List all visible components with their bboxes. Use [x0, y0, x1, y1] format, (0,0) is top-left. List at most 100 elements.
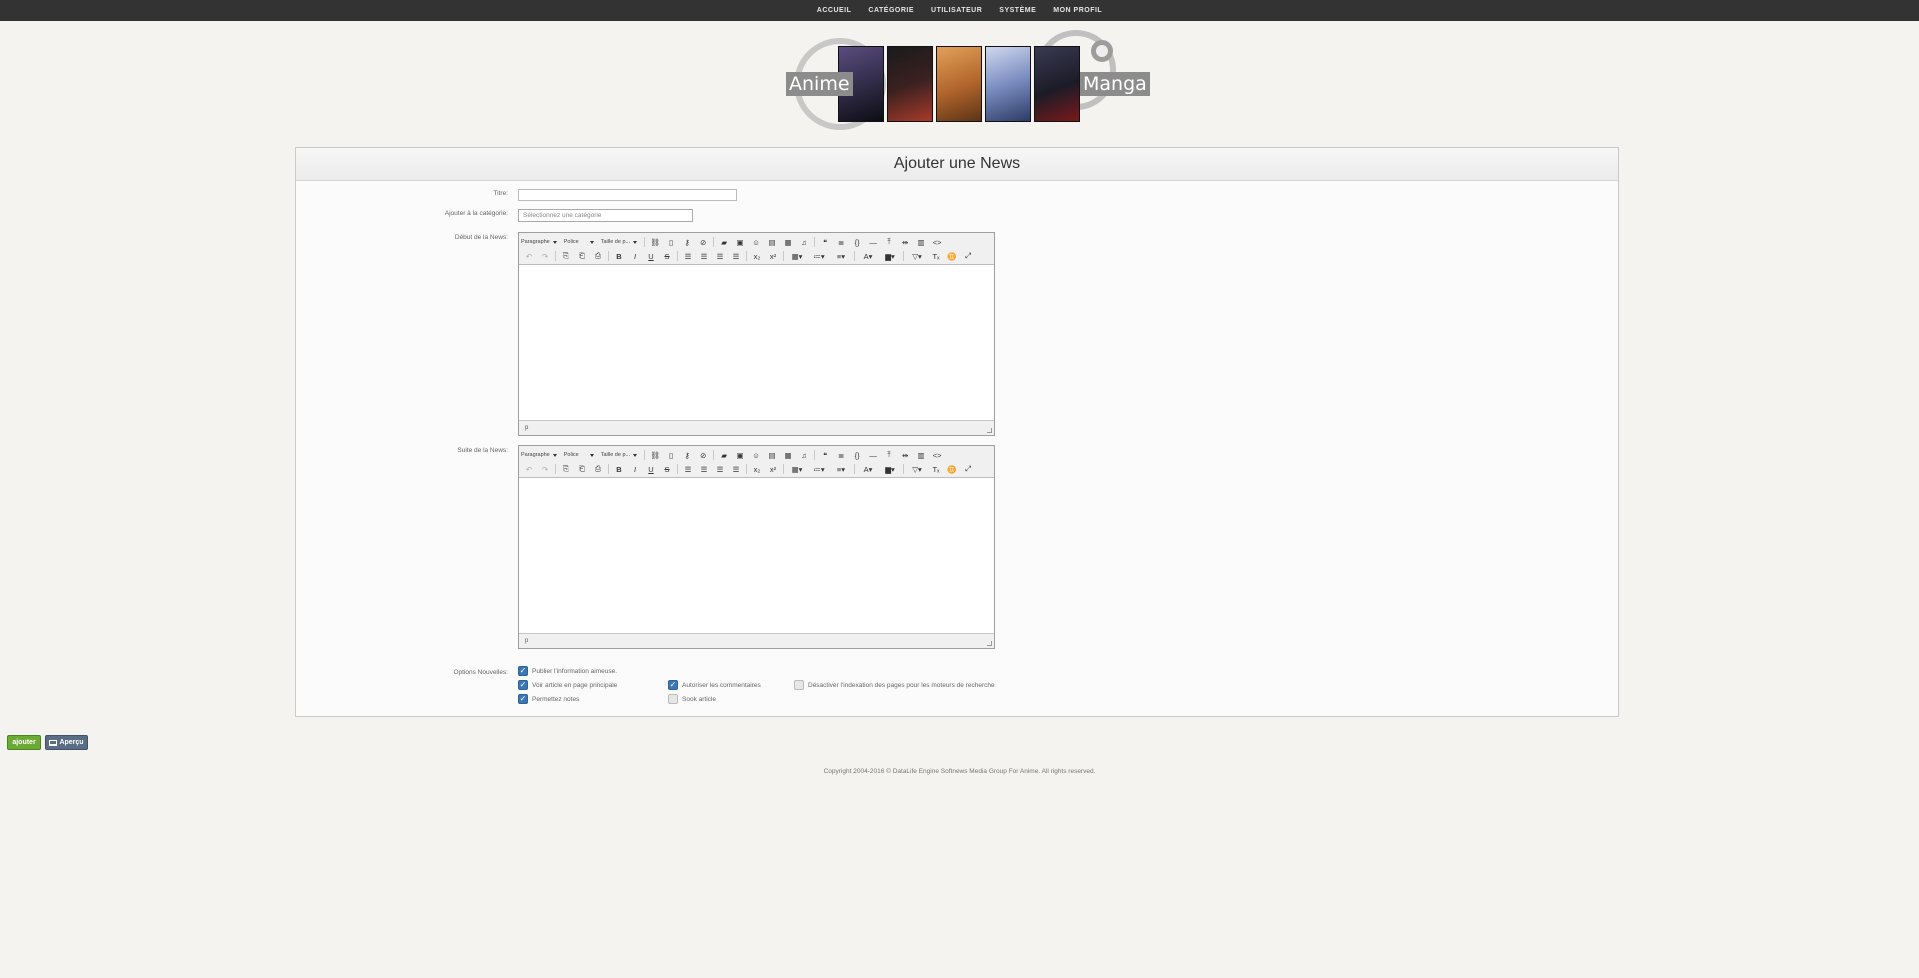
text-color-icon[interactable]: A▾	[857, 250, 879, 262]
align-left-icon[interactable]: ☰	[680, 250, 696, 262]
align-justify-icon[interactable]: ☰	[728, 463, 744, 475]
checkbox-checked-icon[interactable]: ✓	[668, 680, 678, 690]
unlink-icon[interactable]: ⊘	[695, 449, 711, 461]
checkbox-checked-icon[interactable]: ✓	[518, 694, 528, 704]
paste-icon[interactable]: ⎗	[574, 463, 590, 475]
align-center-icon[interactable]: ☰	[696, 250, 712, 262]
option-main-page[interactable]: ✓ Voir article en page principale	[518, 680, 617, 690]
category-select[interactable]: Sélectionnez une catégorie	[518, 209, 693, 222]
source-code-icon[interactable]: <>	[929, 449, 945, 461]
font-dropdown[interactable]: Police	[564, 452, 594, 458]
bullet-list-icon[interactable]: ≡▾	[830, 463, 852, 475]
paste-word-icon[interactable]: ⎙	[590, 463, 606, 475]
media-icon[interactable]: ▤	[764, 449, 780, 461]
align-center-icon[interactable]: ☰	[696, 463, 712, 475]
paste-icon[interactable]: ⎗	[574, 250, 590, 262]
subscript-icon[interactable]: x₂	[749, 463, 765, 475]
align-left-icon[interactable]: ☰	[680, 463, 696, 475]
fullscreen-icon[interactable]: ⤢	[960, 463, 976, 475]
pagebreak-icon[interactable]: ⇹	[897, 236, 913, 248]
key-icon[interactable]: ⚷	[679, 449, 695, 461]
align-justify-icon[interactable]: ☰	[728, 250, 744, 262]
more-edit-area[interactable]	[519, 478, 994, 633]
find-icon[interactable]: ♊	[944, 250, 960, 262]
text-color-icon[interactable]: A▾	[857, 463, 879, 475]
add-button[interactable]: ajouter	[7, 735, 41, 750]
table-icon[interactable]: ▦▾	[786, 463, 808, 475]
nav-systeme[interactable]: SYSTÈME	[999, 7, 1036, 14]
undo-icon[interactable]: ↶	[521, 463, 537, 475]
font-dropdown[interactable]: Police	[564, 239, 594, 245]
underline-icon[interactable]: U	[643, 463, 659, 475]
resize-grip-icon[interactable]	[987, 641, 992, 646]
checkbox-checked-icon[interactable]: ✓	[518, 666, 528, 676]
option-lock-article[interactable]: Sook article	[668, 694, 716, 704]
underline-icon[interactable]: U	[643, 250, 659, 262]
ordered-list-icon[interactable]: ≔▾	[808, 250, 830, 262]
nav-accueil[interactable]: ACCUEIL	[817, 7, 852, 14]
clear-format-icon[interactable]: Tₓ	[928, 463, 944, 475]
bold-icon[interactable]: B	[611, 250, 627, 262]
bold-icon[interactable]: B	[611, 463, 627, 475]
nav-mon-profil[interactable]: MON PROFIL	[1053, 7, 1102, 14]
unlink-icon[interactable]: ⊘	[695, 236, 711, 248]
paste-word-icon[interactable]: ⎙	[590, 250, 606, 262]
quote-icon[interactable]: ❝	[817, 449, 833, 461]
pagebreak-icon[interactable]: ⇹	[897, 449, 913, 461]
format-dropdown[interactable]: Paragraphe	[521, 452, 557, 458]
nav-utilisateur[interactable]: UTILISATEUR	[931, 7, 982, 14]
anchor-icon[interactable]: ▯	[663, 449, 679, 461]
resize-grip-icon[interactable]	[987, 428, 992, 433]
media-icon[interactable]: ▤	[764, 236, 780, 248]
code-block-icon[interactable]: {}	[849, 449, 865, 461]
superscript-icon[interactable]: x²	[765, 250, 781, 262]
superscript-icon[interactable]: x²	[765, 463, 781, 475]
copy-icon[interactable]: ⎘	[558, 250, 574, 262]
upload-icon[interactable]: ⤒	[881, 236, 897, 248]
hr-icon[interactable]: —	[865, 236, 881, 248]
preview-button[interactable]: Aperçu	[45, 735, 88, 750]
clear-format-icon[interactable]: Tₓ	[928, 250, 944, 262]
subscript-icon[interactable]: x₂	[749, 250, 765, 262]
style-icon[interactable]: ▽▾	[906, 250, 928, 262]
find-icon[interactable]: ♊	[944, 463, 960, 475]
size-dropdown[interactable]: Taille de p...	[601, 239, 638, 245]
code-block-icon[interactable]: {}	[849, 236, 865, 248]
table-grid-icon[interactable]: ▥	[913, 236, 929, 248]
emoticon-icon[interactable]: ☺	[748, 236, 764, 248]
checkbox-checked-icon[interactable]: ✓	[518, 680, 528, 690]
gallery-icon[interactable]: ▦	[780, 449, 796, 461]
spoiler-icon[interactable]: ≣	[833, 449, 849, 461]
option-publish[interactable]: ✓ Publier l'information aimeuse.	[518, 666, 617, 676]
audio-icon[interactable]: ♫	[796, 236, 812, 248]
table-icon[interactable]: ▦▾	[786, 250, 808, 262]
background-color-icon[interactable]: ▆▾	[879, 250, 901, 262]
image-icon[interactable]: ▣	[732, 236, 748, 248]
style-icon[interactable]: ▽▾	[906, 463, 928, 475]
option-allow-comments[interactable]: ✓ Autoriser les commentaires	[668, 680, 761, 690]
anchor-icon[interactable]: ▯	[663, 236, 679, 248]
checkbox-unchecked-icon[interactable]	[668, 694, 678, 704]
copy-icon[interactable]: ⎘	[558, 463, 574, 475]
ordered-list-icon[interactable]: ≔▾	[808, 463, 830, 475]
folder-icon[interactable]: ▰	[716, 236, 732, 248]
link-icon[interactable]: ⛓	[647, 449, 663, 461]
redo-icon[interactable]: ↷	[537, 463, 553, 475]
size-dropdown[interactable]: Taille de p...	[601, 452, 638, 458]
folder-icon[interactable]: ▰	[716, 449, 732, 461]
italic-icon[interactable]: I	[627, 250, 643, 262]
italic-icon[interactable]: I	[627, 463, 643, 475]
nav-categorie[interactable]: CATÉGORIE	[868, 7, 914, 14]
image-icon[interactable]: ▣	[732, 449, 748, 461]
table-grid-icon[interactable]: ▥	[913, 449, 929, 461]
option-allow-ratings[interactable]: ✓ Permettez notes	[518, 694, 579, 704]
strikethrough-icon[interactable]: S	[659, 250, 675, 262]
audio-icon[interactable]: ♫	[796, 449, 812, 461]
source-code-icon[interactable]: <>	[929, 236, 945, 248]
hr-icon[interactable]: —	[865, 449, 881, 461]
intro-edit-area[interactable]	[519, 265, 994, 420]
title-input[interactable]	[518, 189, 737, 201]
align-right-icon[interactable]: ☰	[712, 250, 728, 262]
strikethrough-icon[interactable]: S	[659, 463, 675, 475]
bullet-list-icon[interactable]: ≡▾	[830, 250, 852, 262]
